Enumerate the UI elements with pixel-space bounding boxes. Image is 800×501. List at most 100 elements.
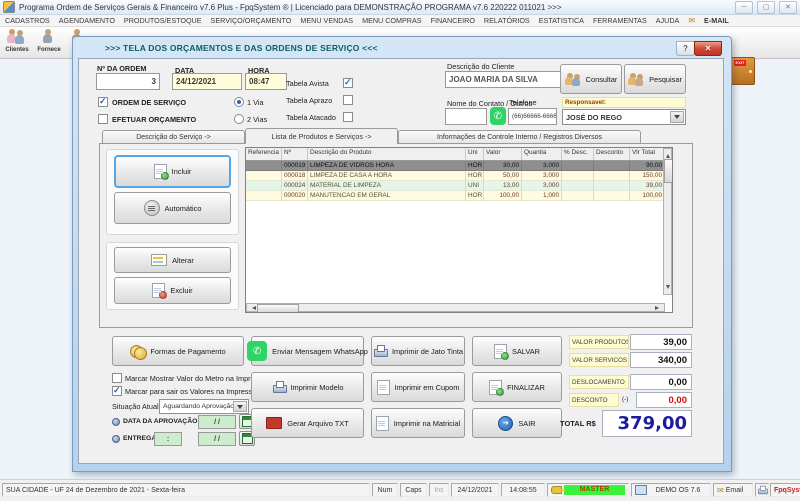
header-pdesc[interactable]: % Desc. <box>562 148 594 160</box>
salvar-button[interactable]: SALVAR <box>472 336 562 366</box>
header-valor[interactable]: Valor <box>484 148 522 160</box>
minimize-icon[interactable]: ─ <box>735 1 753 14</box>
imprimir-jato-button[interactable]: Imprimir de Jato Tinta <box>371 336 465 366</box>
menu-relatorios[interactable]: RELATÓRIOS <box>484 16 530 25</box>
horizontal-scrollbar[interactable] <box>246 303 665 312</box>
app-title: Programa Ordem de Serviços Gerais & Fina… <box>19 3 562 12</box>
table-row[interactable]: 000018 LIMPEZA DE CASA A HORA HOR 50,00 … <box>246 171 672 181</box>
entrega-date-field[interactable]: / / <box>198 432 236 446</box>
table-row[interactable]: 000024 MATERIAL DE LIMPEZA UNI 13,00 3,0… <box>246 181 672 191</box>
cell-valor: 50,00 <box>484 171 522 181</box>
telefone-field[interactable]: (66)66666-6666 <box>508 108 557 125</box>
whatsapp-send-button[interactable]: Enviar Mensagem WhatsApp <box>251 336 364 366</box>
1via-radio[interactable] <box>234 97 244 107</box>
header-desconto[interactable]: Desconto <box>594 148 630 160</box>
header-referencia[interactable]: Referencia <box>246 148 282 160</box>
cell-desconto <box>594 171 630 181</box>
menu-agendamento[interactable]: AGENDAMENTO <box>59 16 115 25</box>
cell-num: 000024 <box>282 181 308 191</box>
responsavel-dropdown[interactable]: JOSÉ DO REGO <box>562 109 686 125</box>
contato-field[interactable] <box>445 108 487 125</box>
date-field[interactable]: 24/12/2021 <box>172 73 242 90</box>
automatico-button[interactable]: Automático <box>114 192 231 224</box>
consultar-button[interactable]: Consultar <box>560 64 622 94</box>
sair-button[interactable]: SAIR <box>472 408 562 438</box>
imprimir-cupom-button[interactable]: Imprimir em Cupom <box>371 372 465 402</box>
menu-cadastros[interactable]: CADASTROS <box>5 16 50 25</box>
menu-email[interactable]: E-MAIL <box>704 16 729 25</box>
menu-vendas[interactable]: MENU VENDAS <box>300 16 353 25</box>
deslocamento-label: DESLOCAMENTO <box>569 375 629 389</box>
efetuar-orcamento-label: EFETUAR ORÇAMENTO <box>112 115 196 124</box>
tabela-aprazo-checkbox[interactable] <box>343 95 353 105</box>
status-printer[interactable] <box>755 483 769 497</box>
close-icon[interactable]: ✕ <box>779 1 797 14</box>
ordem-servico-checkbox[interactable] <box>98 97 108 107</box>
desconto-minus-label: (-) <box>622 396 628 403</box>
edit-form-icon <box>151 254 167 266</box>
efetuar-orcamento-checkbox[interactable] <box>98 114 108 124</box>
tabela-avista-checkbox[interactable] <box>343 78 353 88</box>
header-numero[interactable]: Nº <box>282 148 308 160</box>
tabela-atacado-checkbox[interactable] <box>343 112 353 122</box>
exit-door-button[interactable]: EXIT <box>731 57 755 85</box>
time-field[interactable]: 08:47 <box>245 73 287 90</box>
menu-produtos-estoque[interactable]: PRODUTOS/ESTOQUE <box>124 16 202 25</box>
cell-num: 000020 <box>282 191 308 201</box>
table-row[interactable]: 000020 MANUTENCAO EM GERAL HOR 100,00 1,… <box>246 191 672 201</box>
2vias-label: 2 Vias <box>247 115 267 124</box>
order-number-field[interactable]: 3 <box>96 73 160 90</box>
dialog-titlebar[interactable]: >>> TELA DOS ORÇAMENTOS E DAS ORDENS DE … <box>73 37 731 58</box>
imprimir-matricial-button[interactable]: Imprimir na Matricial <box>371 408 465 438</box>
dialog-close-button[interactable]: ✕ <box>694 41 722 56</box>
header-descricao[interactable]: Descrição do Produto <box>308 148 466 160</box>
header-uni[interactable]: Uni <box>466 148 484 160</box>
vertical-scrollbar[interactable] <box>663 148 672 295</box>
total-label: TOTAL R$ <box>560 419 596 428</box>
aprovacao-date-field[interactable]: / / <box>198 415 236 429</box>
menu-estatistica[interactable]: ESTATISTICA <box>539 16 584 25</box>
printer-icon <box>757 486 763 494</box>
table-row[interactable]: 000019 LIMPEZA DE VIDROS HORA HOR 30,00 … <box>246 161 672 171</box>
aprovacao-bullet-icon[interactable] <box>112 418 120 426</box>
tab-descricao-servico[interactable]: Descrição do Serviço -> <box>102 130 245 144</box>
valor-produtos-value: 39,00 <box>630 334 692 350</box>
status-email[interactable]: Email <box>713 483 753 497</box>
menu-financeiro[interactable]: FINANCEIRO <box>431 16 475 25</box>
alterar-button[interactable]: Alterar <box>114 247 231 273</box>
sair-valores-checkbox[interactable] <box>112 386 122 396</box>
cell-uni: HOR <box>466 161 484 171</box>
cell-desc: MANUTENCAO EM GERAL <box>308 191 466 201</box>
menu-servico-orcamento[interactable]: SERVIÇO/ORÇAMENTO <box>211 16 292 25</box>
formas-pagamento-button[interactable]: Formas de Pagamento <box>112 336 244 366</box>
entrega-bullet-icon[interactable] <box>112 435 120 443</box>
header-vlrtotal[interactable]: Vlr Total <box>630 148 665 160</box>
2vias-radio[interactable] <box>234 114 244 124</box>
incluir-button[interactable]: Incluir <box>114 155 231 188</box>
help-button[interactable]: ? <box>676 41 695 56</box>
toolbar-fornecedores-button[interactable]: Fornece <box>34 29 64 53</box>
menu-compras[interactable]: MENU COMPRAS <box>362 16 422 25</box>
tab-controle-interno[interactable]: Informações de Controle Interno / Regist… <box>398 130 641 144</box>
imprimir-modelo-button[interactable]: Imprimir Modelo <box>251 372 364 402</box>
mostrar-metro-checkbox[interactable] <box>112 373 122 383</box>
finalizar-button[interactable]: FINALIZAR <box>472 372 562 402</box>
desconto-value[interactable]: 0,00 <box>636 392 692 408</box>
cell-quantia: 3,000 <box>522 161 562 171</box>
txt-file-icon <box>266 417 282 429</box>
maximize-icon[interactable]: ▢ <box>757 1 775 14</box>
screen-icon <box>635 485 647 495</box>
gerar-txt-button[interactable]: Gerar Arquivo TXT <box>251 408 364 438</box>
whatsapp-icon[interactable] <box>490 107 506 125</box>
cell-quantia: 3,000 <box>522 171 562 181</box>
tab-lista-produtos[interactable]: Lista de Produtos e Serviços -> <box>245 128 398 144</box>
entrega-time-field[interactable]: : <box>154 432 182 446</box>
valor-servicos-label: VALOR SERVICOS <box>569 353 629 367</box>
header-quantia[interactable]: Quantia <box>522 148 562 160</box>
situacao-dropdown[interactable]: Aguardando Aprovação <box>159 399 249 414</box>
excluir-button[interactable]: Excluir <box>114 277 231 304</box>
menu-ferramentas[interactable]: FERRAMENTAS <box>593 16 647 25</box>
menu-ajuda[interactable]: AJUDA <box>656 16 680 25</box>
pesquisar-button[interactable]: Pesquisar <box>624 64 686 94</box>
toolbar-clientes-button[interactable]: Clientes <box>2 29 32 53</box>
